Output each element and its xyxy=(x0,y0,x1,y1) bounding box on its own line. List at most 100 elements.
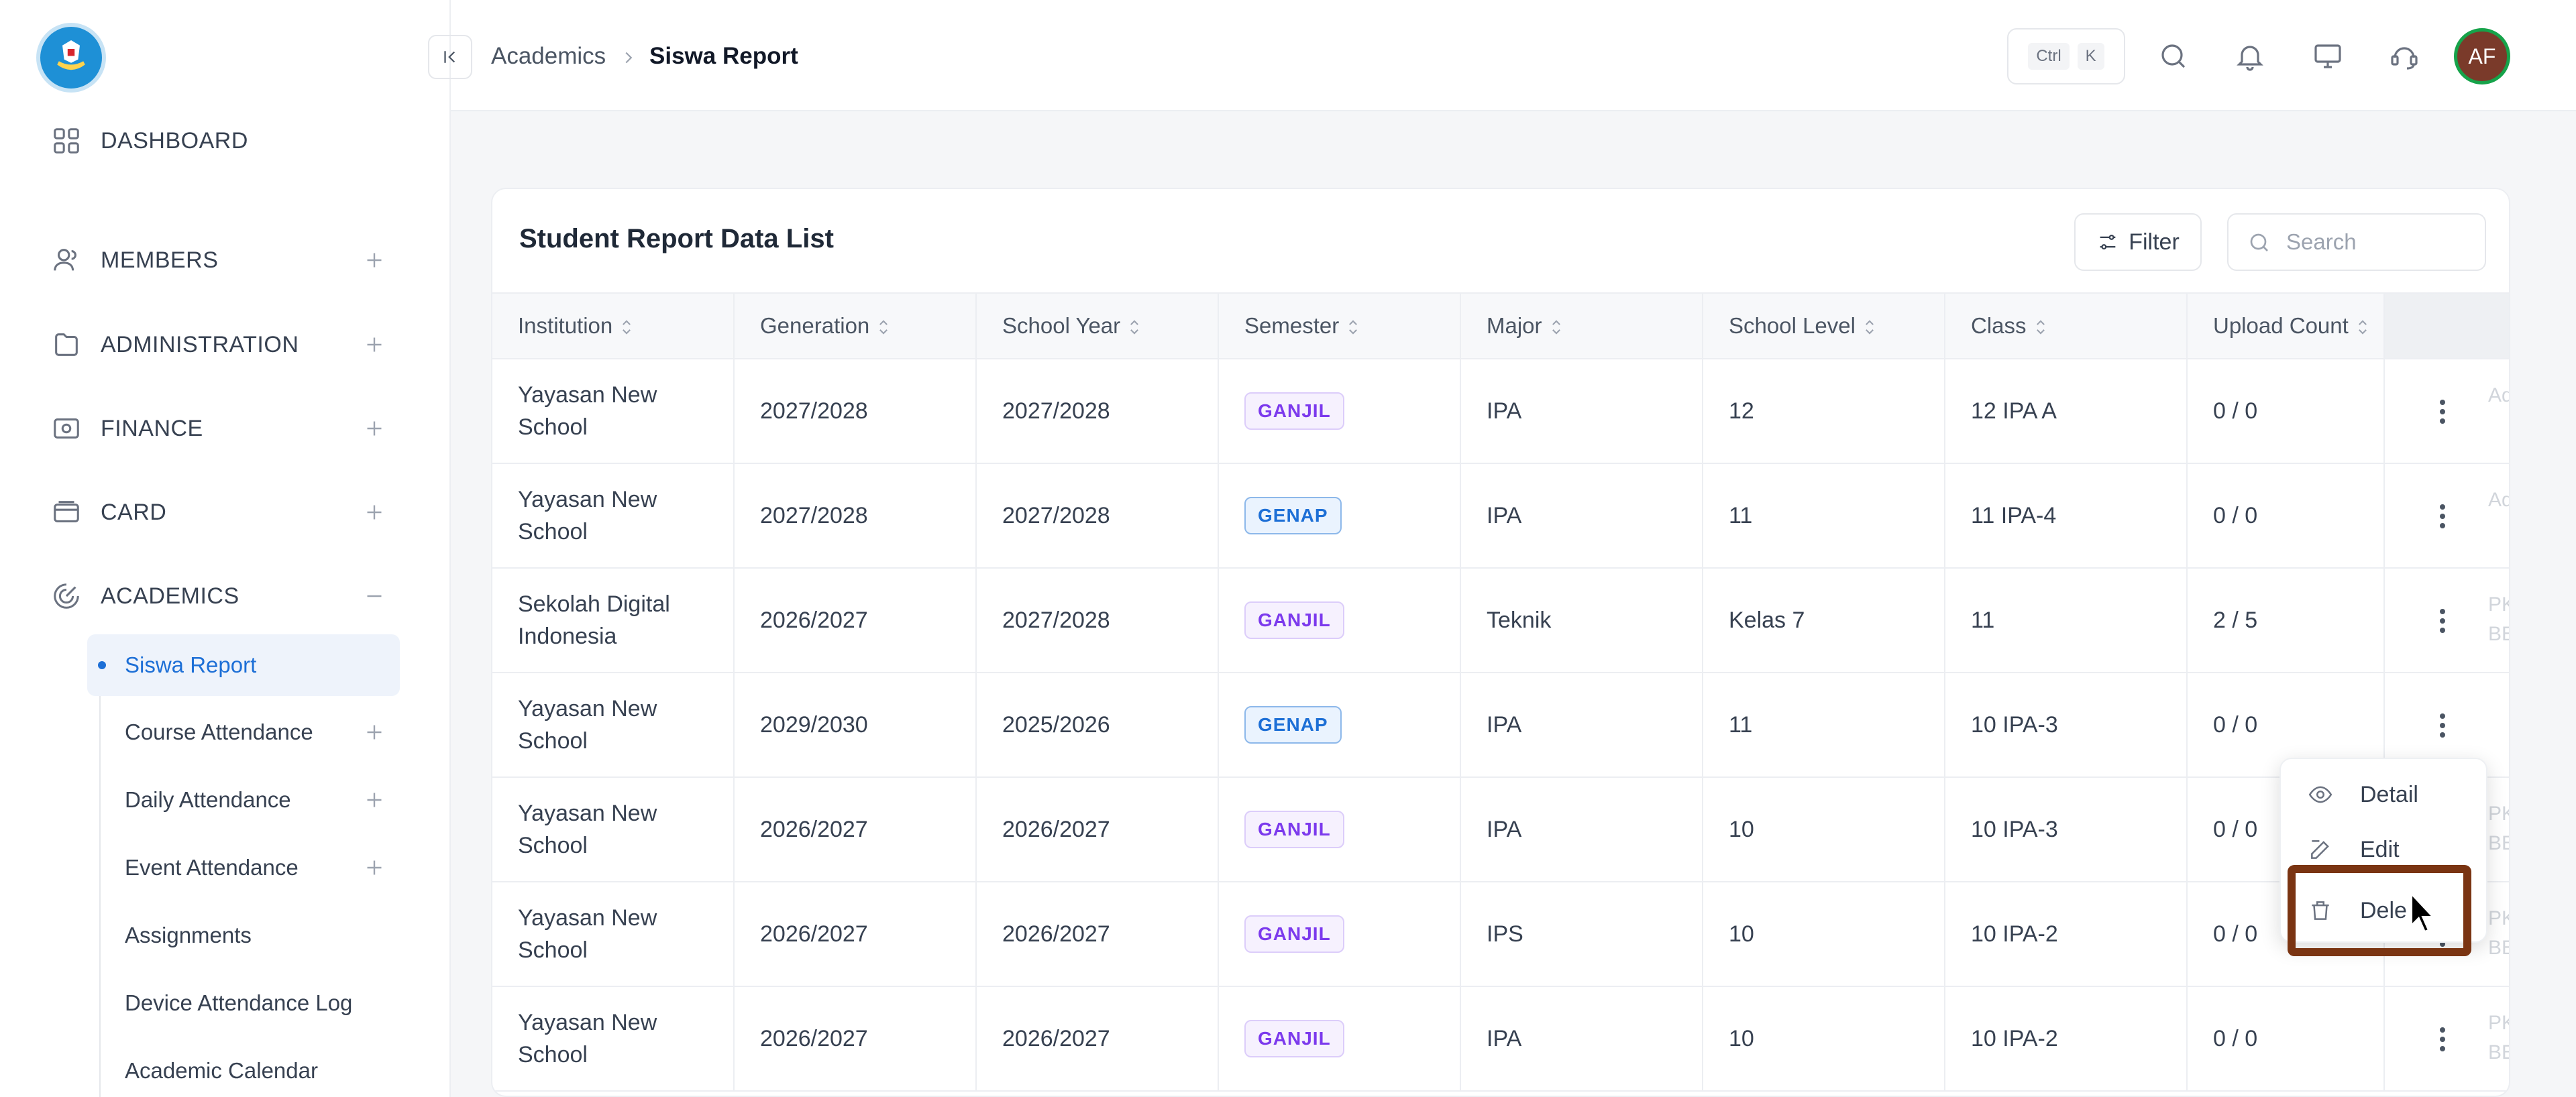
column-header-upload-count[interactable]: Upload Count xyxy=(2187,292,2385,359)
cell-major: IPA xyxy=(1460,673,1703,778)
cell-semester: GANJIL xyxy=(1218,777,1461,882)
cell-school-level: 11 xyxy=(1703,673,1945,778)
cell-text: Kelas 7 xyxy=(1729,608,1805,633)
menu-item-detail[interactable]: Detail xyxy=(2281,768,2489,821)
extra-line: PKL K xyxy=(2488,593,2509,616)
sidebar-subitem-course-attendance[interactable]: Course Attendance xyxy=(87,701,400,763)
more-vertical-icon[interactable] xyxy=(2438,712,2447,739)
cell-text: 10 IPA-3 xyxy=(1971,817,2058,842)
sidebar-subitem-event-attendance[interactable]: Event Attendance xyxy=(87,837,400,899)
column-label: Upload Count xyxy=(2213,313,2349,338)
institution-line: Indonesia xyxy=(518,624,617,649)
sidebar-subitem-academic-calendar[interactable]: Academic Calendar xyxy=(87,1040,400,1097)
sidebar-item-academics[interactable]: ACADEMICS xyxy=(0,566,451,626)
cell-major: Teknik xyxy=(1460,568,1703,673)
sidebar-subitem-daily-attendance[interactable]: Daily Attendance xyxy=(87,769,400,831)
cell-school-year: 2026/2027 xyxy=(976,777,1219,882)
column-header-school-year[interactable]: School Year xyxy=(976,292,1219,359)
sidebar-subitem-label: Assignments xyxy=(125,923,252,947)
avatar[interactable]: AF xyxy=(2454,28,2510,84)
cell-text: 10 IPA-2 xyxy=(1971,1026,2058,1051)
sidebar-item-label: ACADEMICS xyxy=(101,583,239,609)
search-field[interactable] xyxy=(2227,213,2486,271)
sidebar-subitem-siswa-report[interactable]: Siswa Report xyxy=(87,634,400,696)
plus-icon[interactable] xyxy=(362,416,386,441)
sidebar-item-dashboard[interactable]: DASHBOARD xyxy=(0,111,451,171)
active-dot xyxy=(98,661,106,669)
table-row[interactable]: Yayasan New School 2026/2027 2026/2027 GANJI… xyxy=(492,882,2509,987)
menu-item-delete[interactable]: Dele xyxy=(2288,865,2471,956)
column-label: Generation xyxy=(760,313,870,338)
support-icon[interactable] xyxy=(2388,40,2420,72)
truncated-extra-text: Admi xyxy=(2488,485,2509,515)
cell-text: 11 IPA-4 xyxy=(1971,503,2057,528)
search-input[interactable] xyxy=(2286,225,2474,259)
column-header-major[interactable]: Major xyxy=(1460,292,1703,359)
command-shortcut-button[interactable]: Ctrl K xyxy=(2007,28,2125,84)
plus-icon[interactable] xyxy=(362,333,386,357)
plus-icon[interactable] xyxy=(362,788,386,812)
institution-line: School xyxy=(518,728,588,754)
cell-major: IPA xyxy=(1460,463,1703,569)
column-header-semester[interactable]: Semester xyxy=(1218,292,1461,359)
cell-class: 11 xyxy=(1945,568,2188,673)
column-header-class[interactable]: Class xyxy=(1945,292,2188,359)
column-label: Semester xyxy=(1244,313,1340,338)
sort-icon xyxy=(623,320,631,335)
more-vertical-icon[interactable] xyxy=(2438,608,2447,634)
sidebar-item-members[interactable]: MEMBERS xyxy=(0,230,451,290)
cell-institution: Yayasan New School xyxy=(492,882,735,987)
column-header-institution[interactable]: Institution xyxy=(492,292,735,359)
column-header-school-level[interactable]: School Level xyxy=(1703,292,1945,359)
sidebar-subitem-assignments[interactable]: Assignments xyxy=(87,905,400,966)
more-vertical-icon[interactable] xyxy=(2438,1026,2447,1053)
sidebar-item-label: MEMBERS xyxy=(101,247,219,273)
column-label: School Year xyxy=(1002,313,1121,338)
table-row[interactable]: Yayasan New School 2026/2027 2026/2027 GANJI… xyxy=(492,777,2509,882)
cell-text: 11 xyxy=(1971,608,1995,633)
cell-text: 2029/2030 xyxy=(760,712,868,738)
truncated-extra-text: Admi xyxy=(2488,381,2509,410)
sort-icon xyxy=(879,320,888,335)
column-header-generation[interactable]: Generation xyxy=(734,292,977,359)
more-vertical-icon[interactable] xyxy=(2438,398,2447,425)
cell-text: 2026/2027 xyxy=(1002,1026,1110,1051)
more-vertical-icon[interactable] xyxy=(2438,503,2447,530)
breadcrumb-academics[interactable]: Academics xyxy=(491,43,606,70)
kbd-ctrl: Ctrl xyxy=(2028,43,2070,70)
menu-item-label: Detail xyxy=(2360,781,2418,807)
minus-icon[interactable] xyxy=(362,584,386,608)
plus-icon[interactable] xyxy=(362,856,386,880)
institution-line: Sekolah Digital xyxy=(518,591,670,617)
institution-line: Yayasan New xyxy=(518,1010,657,1035)
sidebar-item-card[interactable]: CARD xyxy=(0,482,451,542)
bell-icon[interactable] xyxy=(2234,40,2266,72)
plus-icon[interactable] xyxy=(362,248,386,272)
sidebar-subitem-device-attendance-log[interactable]: Device Attendance Log xyxy=(87,972,400,1034)
cell-text: 2026/2027 xyxy=(760,817,868,842)
search-icon[interactable] xyxy=(2157,40,2190,72)
sidebar-item-administration[interactable]: ADMINISTRATION xyxy=(0,314,451,375)
cell-school-level: 10 xyxy=(1703,882,1945,987)
cell-semester: GANJIL xyxy=(1218,882,1461,987)
collapse-sidebar-button[interactable] xyxy=(428,35,472,79)
filter-button[interactable]: Filter xyxy=(2074,213,2202,271)
extra-line: PKL K xyxy=(2488,1012,2509,1034)
extra-line: PKL K xyxy=(2488,803,2509,825)
sidebar-item-finance[interactable]: FINANCE xyxy=(0,398,451,459)
cell-generation: 2027/2028 xyxy=(734,463,977,569)
monitor-icon[interactable] xyxy=(2312,40,2344,72)
plus-icon[interactable] xyxy=(362,500,386,524)
cell-class: 12 IPA A xyxy=(1945,359,2188,464)
sidebar-item-label: DASHBOARD xyxy=(101,127,248,154)
table-row[interactable]: Yayasan New School 2029/2030 2025/2026 GENAP… xyxy=(492,673,2509,778)
table-row[interactable]: Yayasan New School 2027/2028 2027/2028 GENAP… xyxy=(492,463,2509,569)
table-row[interactable]: Sekolah Digital Indonesia 2026/2027 2027/20… xyxy=(492,568,2509,673)
logo-icon[interactable] xyxy=(36,23,106,93)
table-row[interactable]: Yayasan New School 2027/2028 2027/2028 GANJI… xyxy=(492,359,2509,464)
cell-semester: GANJIL xyxy=(1218,568,1461,673)
cell-major: IPA xyxy=(1460,359,1703,464)
cell-actions: Admi xyxy=(2384,359,2509,464)
table-row[interactable]: Yayasan New School 2026/2027 2026/2027 GANJI… xyxy=(492,986,2509,1092)
plus-icon[interactable] xyxy=(362,720,386,744)
